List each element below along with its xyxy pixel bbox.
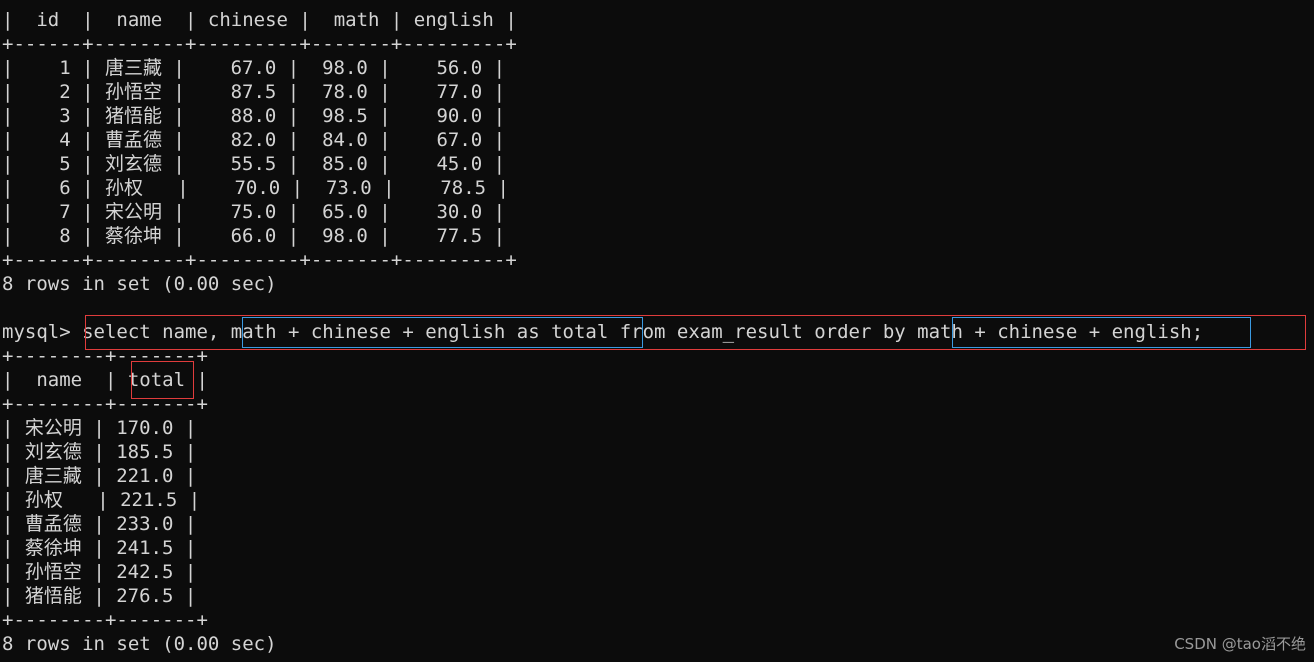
table-row: | 刘玄德 | 185.5 | bbox=[2, 441, 197, 463]
table-row: | 猪悟能 | 276.5 | bbox=[2, 585, 197, 607]
table-row: | 6 | 孙权 | 70.0 | 73.0 | 78.5 | bbox=[2, 177, 509, 199]
table-row: | 5 | 刘玄德 | 55.5 | 85.0 | 45.0 | bbox=[2, 153, 506, 175]
table-row: | 4 | 曹孟德 | 82.0 | 84.0 | 67.0 | bbox=[2, 129, 506, 151]
table-row: | 曹孟德 | 233.0 | bbox=[2, 513, 197, 535]
table2-header-row: | name | total | bbox=[0, 368, 208, 392]
query-expression-orderby: math + chinese + english bbox=[917, 321, 1192, 343]
table-row: | 宋公明 | 170.0 | bbox=[2, 417, 197, 439]
result1-row-count: 8 rows in set (0.00 sec) bbox=[2, 273, 277, 295]
terminal-window[interactable]: | id | name | chinese | math | english |… bbox=[0, 0, 1314, 662]
table-row: | 蔡徐坤 | 241.5 | bbox=[2, 537, 197, 559]
table-row: | 2 | 孙悟空 | 87.5 | 78.0 | 77.0 | bbox=[2, 81, 506, 103]
query-prompt-line[interactable]: mysql> select name, math + chinese + eng… bbox=[0, 320, 1203, 344]
table2-header-name: | name | bbox=[2, 369, 128, 391]
table-row: | 1 | 唐三藏 | 67.0 | 98.0 | 56.0 | bbox=[2, 57, 506, 79]
table1-separator-bottom: +------+--------+---------+-------+-----… bbox=[2, 249, 517, 271]
table2-header-close: | bbox=[185, 369, 208, 391]
table2-header-total: total bbox=[127, 369, 186, 391]
table2-separator-bottom: +--------+-------+ bbox=[2, 609, 208, 631]
csdn-watermark: CSDN @tao滔不绝 bbox=[1174, 635, 1306, 653]
table-row: | 7 | 宋公明 | 75.0 | 65.0 | 30.0 | bbox=[2, 201, 506, 223]
table-row: | 孙悟空 | 242.5 | bbox=[2, 561, 197, 583]
table-row: | 8 | 蔡徐坤 | 66.0 | 98.0 | 77.5 | bbox=[2, 225, 506, 247]
table-row: | 孙权 | 221.5 | bbox=[2, 489, 201, 511]
query-terminator: ; bbox=[1191, 321, 1204, 343]
table1-separator-top: +------+--------+---------+-------+-----… bbox=[2, 33, 517, 55]
table-row: | 3 | 猪悟能 | 88.0 | 98.5 | 90.0 | bbox=[2, 105, 506, 127]
query-from-order-clause: from exam_result order by bbox=[608, 321, 918, 343]
mysql-prompt: mysql> bbox=[2, 321, 83, 343]
table1-header-row: | id | name | chinese | math | english | bbox=[2, 9, 517, 31]
result2-row-count: 8 rows in set (0.00 sec) bbox=[2, 633, 277, 655]
table-row: | 唐三藏 | 221.0 | bbox=[2, 465, 197, 487]
query-select-clause: select name, bbox=[82, 321, 231, 343]
table2-separator-mid: +--------+-------+ bbox=[2, 393, 208, 415]
query-expression-total: math + chinese + english as total bbox=[230, 321, 609, 343]
table2-separator-top: +--------+-------+ bbox=[2, 345, 208, 367]
